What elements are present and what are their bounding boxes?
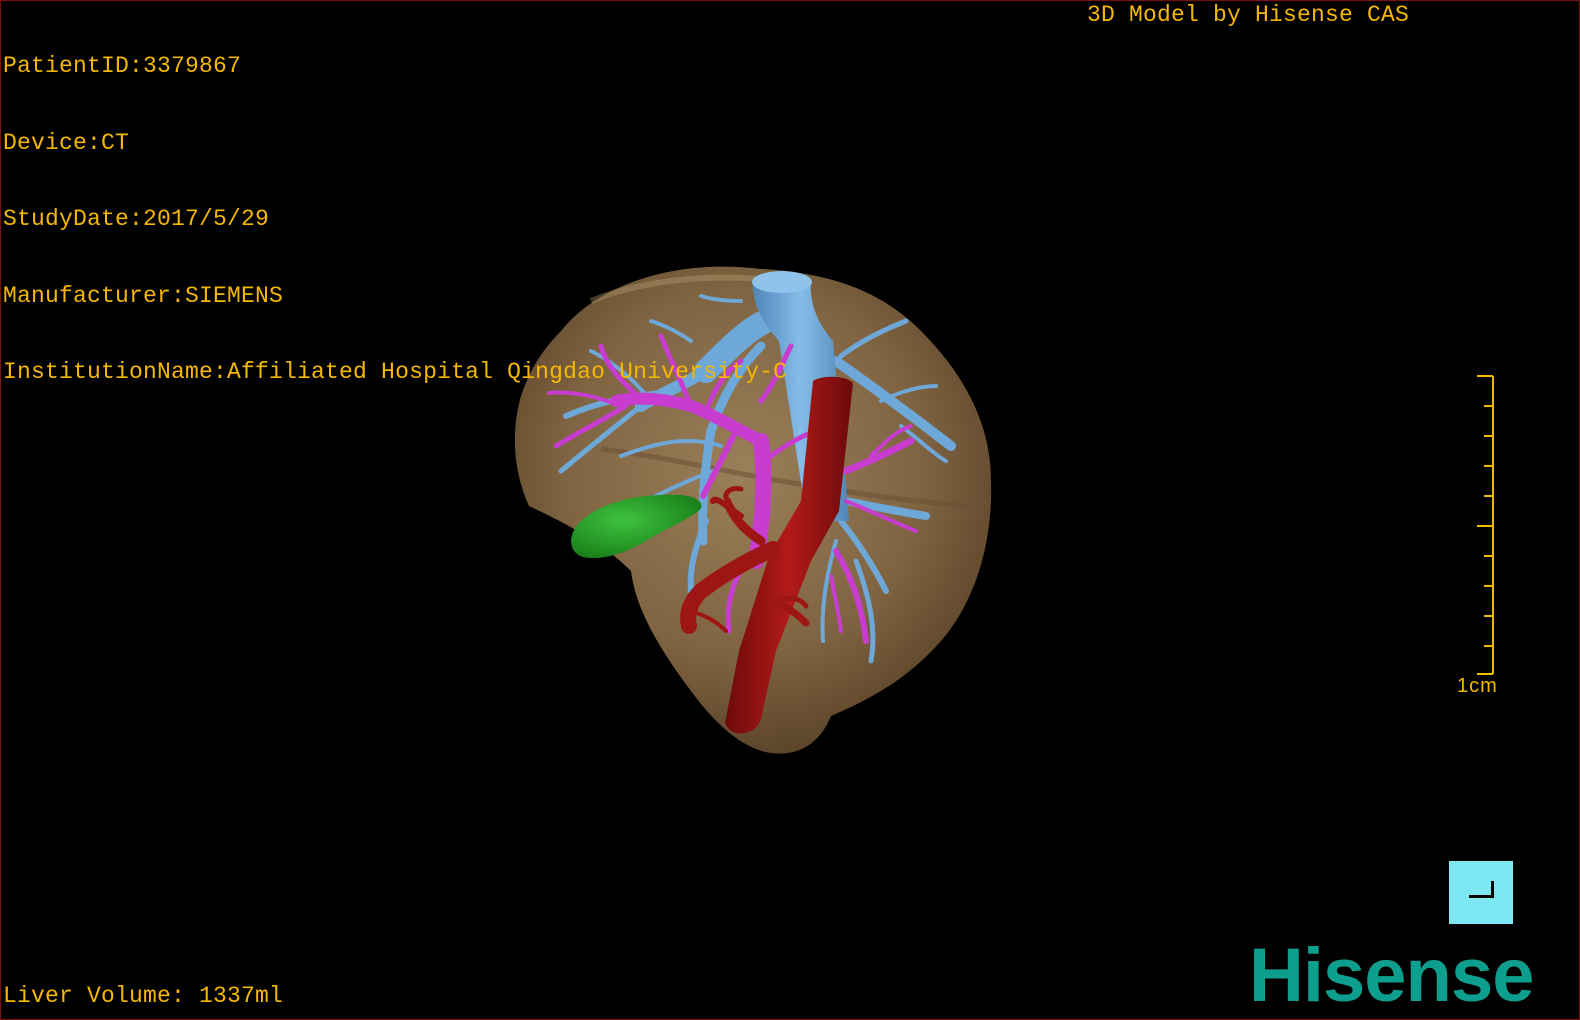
study-date-text: StudyDate:2017/5/29 [3,206,270,232]
render-viewport[interactable]: PatientID:3379867 Device:CT StudyDate:20… [0,0,1580,1020]
patient-id-text: PatientID:3379867 [3,53,242,79]
view-corner-button[interactable] [1449,861,1513,924]
institution-text: InstitutionName:Affiliated Hospital Qing… [3,359,788,385]
model-credit-text: 3D Model by Hisense CAS [1087,2,1410,28]
scale-ruler [1477,375,1494,675]
manufacturer-text: Manufacturer:SIEMENS [3,282,284,309]
device-text: Device:CT [3,129,130,156]
liver-volume-text: Liver Volume: 1337ml [3,983,284,1009]
scale-label: 1cm [1457,675,1498,697]
hisense-logo: Hisense [1249,936,1535,1016]
corner-bracket-icon [1469,881,1494,898]
patient-info-overlay: PatientID:3379867 Device:CT StudyDate:20… [3,3,787,437]
